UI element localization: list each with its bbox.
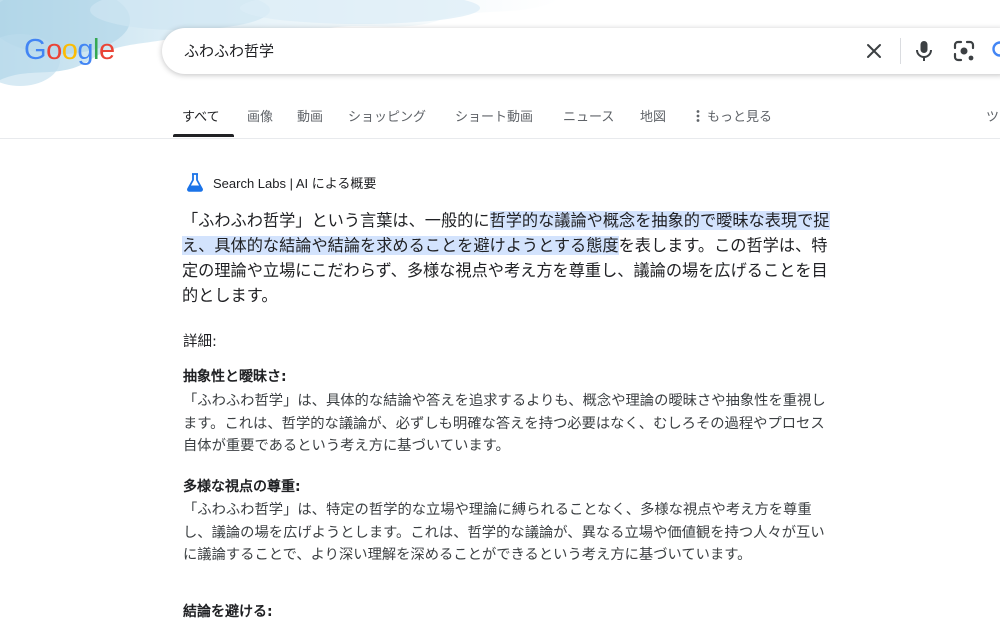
tab-short-videos[interactable]: ショート動画	[455, 106, 533, 125]
header: Google ふわふわ哲学	[0, 0, 1000, 96]
tab-more[interactable]: もっと見る	[693, 106, 772, 125]
tab-all[interactable]: すべて	[182, 106, 220, 125]
flask-icon	[185, 172, 205, 192]
section-body: 「ふわふわ哲学」は、特定の哲学的な立場や理論に縛られることなく、多様な視点や考え…	[183, 499, 828, 567]
section-title: 結論を避ける:	[183, 601, 273, 621]
section-body: 「ふわふわ哲学」は、具体的な結論や答えを追求するよりも、概念や理論の曖昧さや抽象…	[183, 390, 828, 458]
logo-letter: e	[99, 34, 115, 67]
ai-overview-summary: 「ふわふわ哲学」という言葉は、一般的に哲学的な議論や概念を抽象的で曖昧な表現で捉…	[182, 208, 832, 308]
search-box-divider	[900, 38, 901, 64]
active-tab-indicator	[173, 134, 234, 137]
tab-shopping[interactable]: ショッピング	[348, 106, 426, 125]
section-title: 抽象性と曖昧さ:	[183, 366, 287, 386]
search-input[interactable]: ふわふわ哲学	[184, 40, 274, 61]
search-tabs: すべて 画像 動画 ショッピング ショート動画 ニュース 地図 もっと見る ツ	[0, 96, 1000, 139]
logo-letter: o	[46, 34, 62, 67]
search-box[interactable]: ふわふわ哲学	[162, 28, 1000, 74]
google-logo[interactable]: Google	[24, 34, 115, 67]
tab-more-label: もっと見る	[707, 106, 772, 125]
tab-news[interactable]: ニュース	[563, 106, 614, 125]
logo-letter: g	[77, 34, 93, 67]
tab-maps[interactable]: 地図	[640, 106, 666, 125]
logo-letter: G	[24, 34, 46, 67]
lens-icon[interactable]	[952, 39, 976, 63]
details-heading: 詳細:	[183, 330, 217, 351]
section-title: 多様な視点の尊重:	[183, 476, 301, 496]
tab-images[interactable]: 画像	[247, 106, 273, 125]
microphone-icon[interactable]	[912, 39, 936, 63]
tab-videos[interactable]: 動画	[297, 106, 323, 125]
logo-letter: o	[62, 34, 78, 67]
tab-tools[interactable]: ツ	[986, 106, 999, 125]
vertical-dots-icon	[693, 109, 703, 123]
summary-text: 「ふわふわ哲学」という言葉は、一般的に	[182, 211, 490, 230]
close-icon[interactable]	[862, 39, 886, 63]
ai-overview-header: Search Labs | AI による概要	[185, 172, 376, 192]
search-icon[interactable]	[990, 39, 1000, 63]
ai-overview-label: Search Labs | AI による概要	[213, 173, 376, 192]
